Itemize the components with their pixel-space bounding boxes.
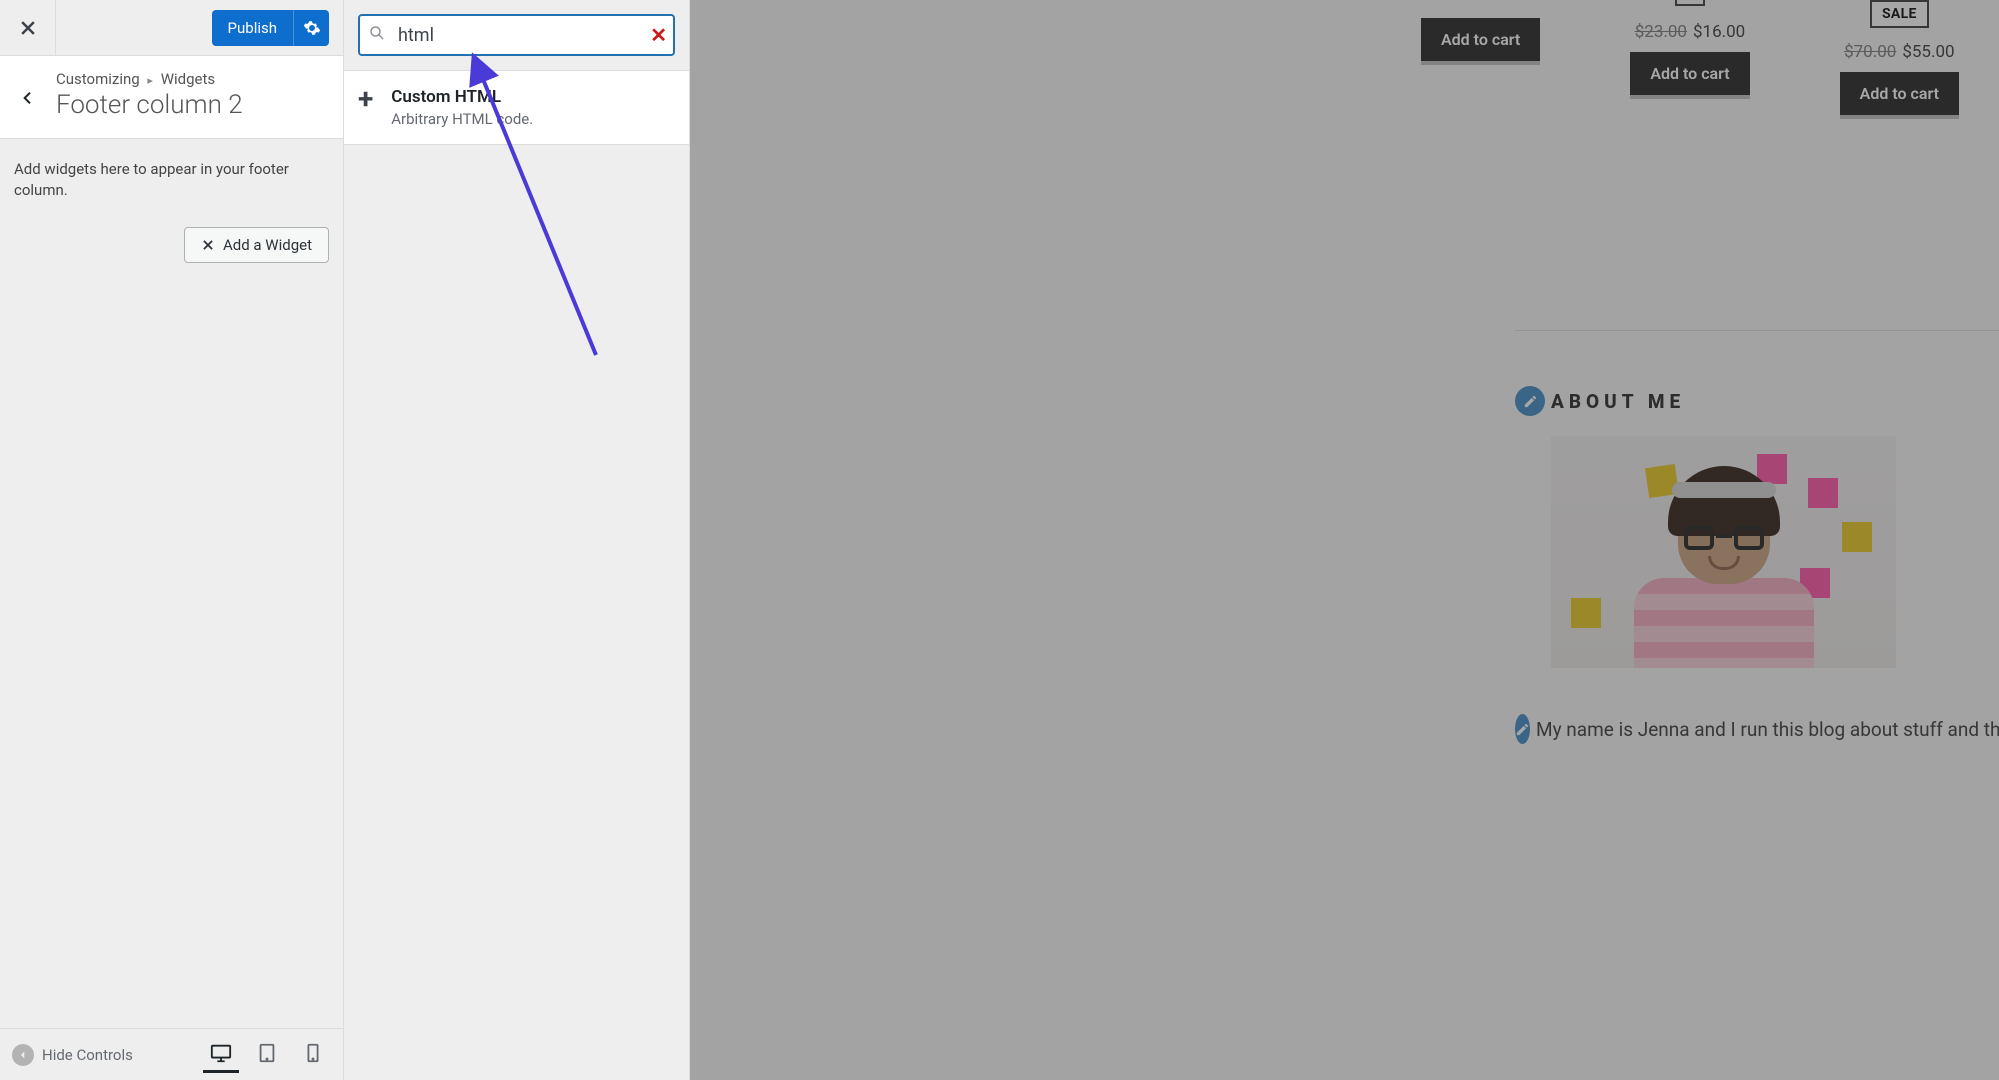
customizer-footer: Hide Controls <box>0 1028 343 1080</box>
pencil-icon <box>1515 722 1530 737</box>
widget-picker-panel: ✕ + Custom HTML Arbitrary HTML code. <box>344 0 690 1080</box>
plus-icon: + <box>358 85 373 128</box>
widget-search-input[interactable] <box>358 14 675 56</box>
page-title: Footer column 2 <box>56 90 343 120</box>
price: $70.00$55.00 <box>1844 42 1955 62</box>
tablet-icon <box>256 1042 278 1064</box>
add-to-cart-button[interactable]: Add to cart <box>1840 72 1959 115</box>
breadcrumb-level2: Widgets <box>161 70 215 88</box>
hide-controls-button[interactable]: Hide Controls <box>12 1044 133 1066</box>
breadcrumb: Customizing ▸ Widgets Footer column 2 <box>0 56 343 139</box>
divider <box>1515 330 1999 331</box>
pencil-icon <box>1523 394 1538 409</box>
chevron-right-icon: ▸ <box>147 74 153 87</box>
price: $23.00$16.00 <box>1635 22 1746 42</box>
widget-result-subtitle: Arbitrary HTML code. <box>391 110 533 128</box>
customizer-panel: Publish Customizing ▸ Widgets Footer col… <box>0 0 344 1080</box>
close-customizer-button[interactable] <box>0 0 56 56</box>
device-tablet-button[interactable] <box>249 1037 285 1073</box>
device-mobile-button[interactable] <box>295 1037 331 1073</box>
add-to-cart-button[interactable]: Add to cart <box>1630 52 1749 95</box>
collapse-icon <box>12 1044 34 1066</box>
close-icon <box>201 238 215 252</box>
clear-search-button[interactable]: ✕ <box>650 23 667 47</box>
chevron-left-icon <box>20 90 36 106</box>
add-to-cart-button[interactable]: Add to cart <box>1421 18 1540 61</box>
gear-icon <box>303 19 321 37</box>
desktop-icon <box>210 1042 232 1064</box>
sale-badge-fragment <box>1675 0 1705 6</box>
widget-result-title: Custom HTML <box>391 87 533 107</box>
device-desktop-button[interactable] <box>203 1037 239 1073</box>
about-me-image <box>1551 436 1896 668</box>
publish-settings-button[interactable] <box>293 10 329 46</box>
search-icon <box>368 24 386 46</box>
sale-badge: SALE <box>1870 0 1929 28</box>
mobile-icon <box>302 1042 324 1064</box>
hide-controls-label: Hide Controls <box>42 1046 133 1064</box>
bio-text: My name is Jenna and I run this blog abo… <box>1536 718 1999 741</box>
widget-result-custom-html[interactable]: + Custom HTML Arbitrary HTML code. <box>344 71 689 145</box>
edit-widget-button[interactable] <box>1515 714 1530 744</box>
site-preview: Add to cart $23.00$16.00 Add to cart SAL… <box>690 0 1999 1080</box>
customizer-topbar: Publish <box>0 0 343 56</box>
edit-widget-button[interactable] <box>1515 386 1545 416</box>
help-text: Add widgets here to appear in your foote… <box>14 159 329 201</box>
publish-button[interactable]: Publish <box>212 10 293 46</box>
breadcrumb-level1: Customizing <box>56 70 140 88</box>
add-widget-button[interactable]: Add a Widget <box>184 227 329 263</box>
add-widget-label: Add a Widget <box>223 236 312 254</box>
close-icon <box>18 18 38 38</box>
about-me-heading: ABOUT ME <box>1551 390 1685 413</box>
back-button[interactable] <box>0 84 56 106</box>
